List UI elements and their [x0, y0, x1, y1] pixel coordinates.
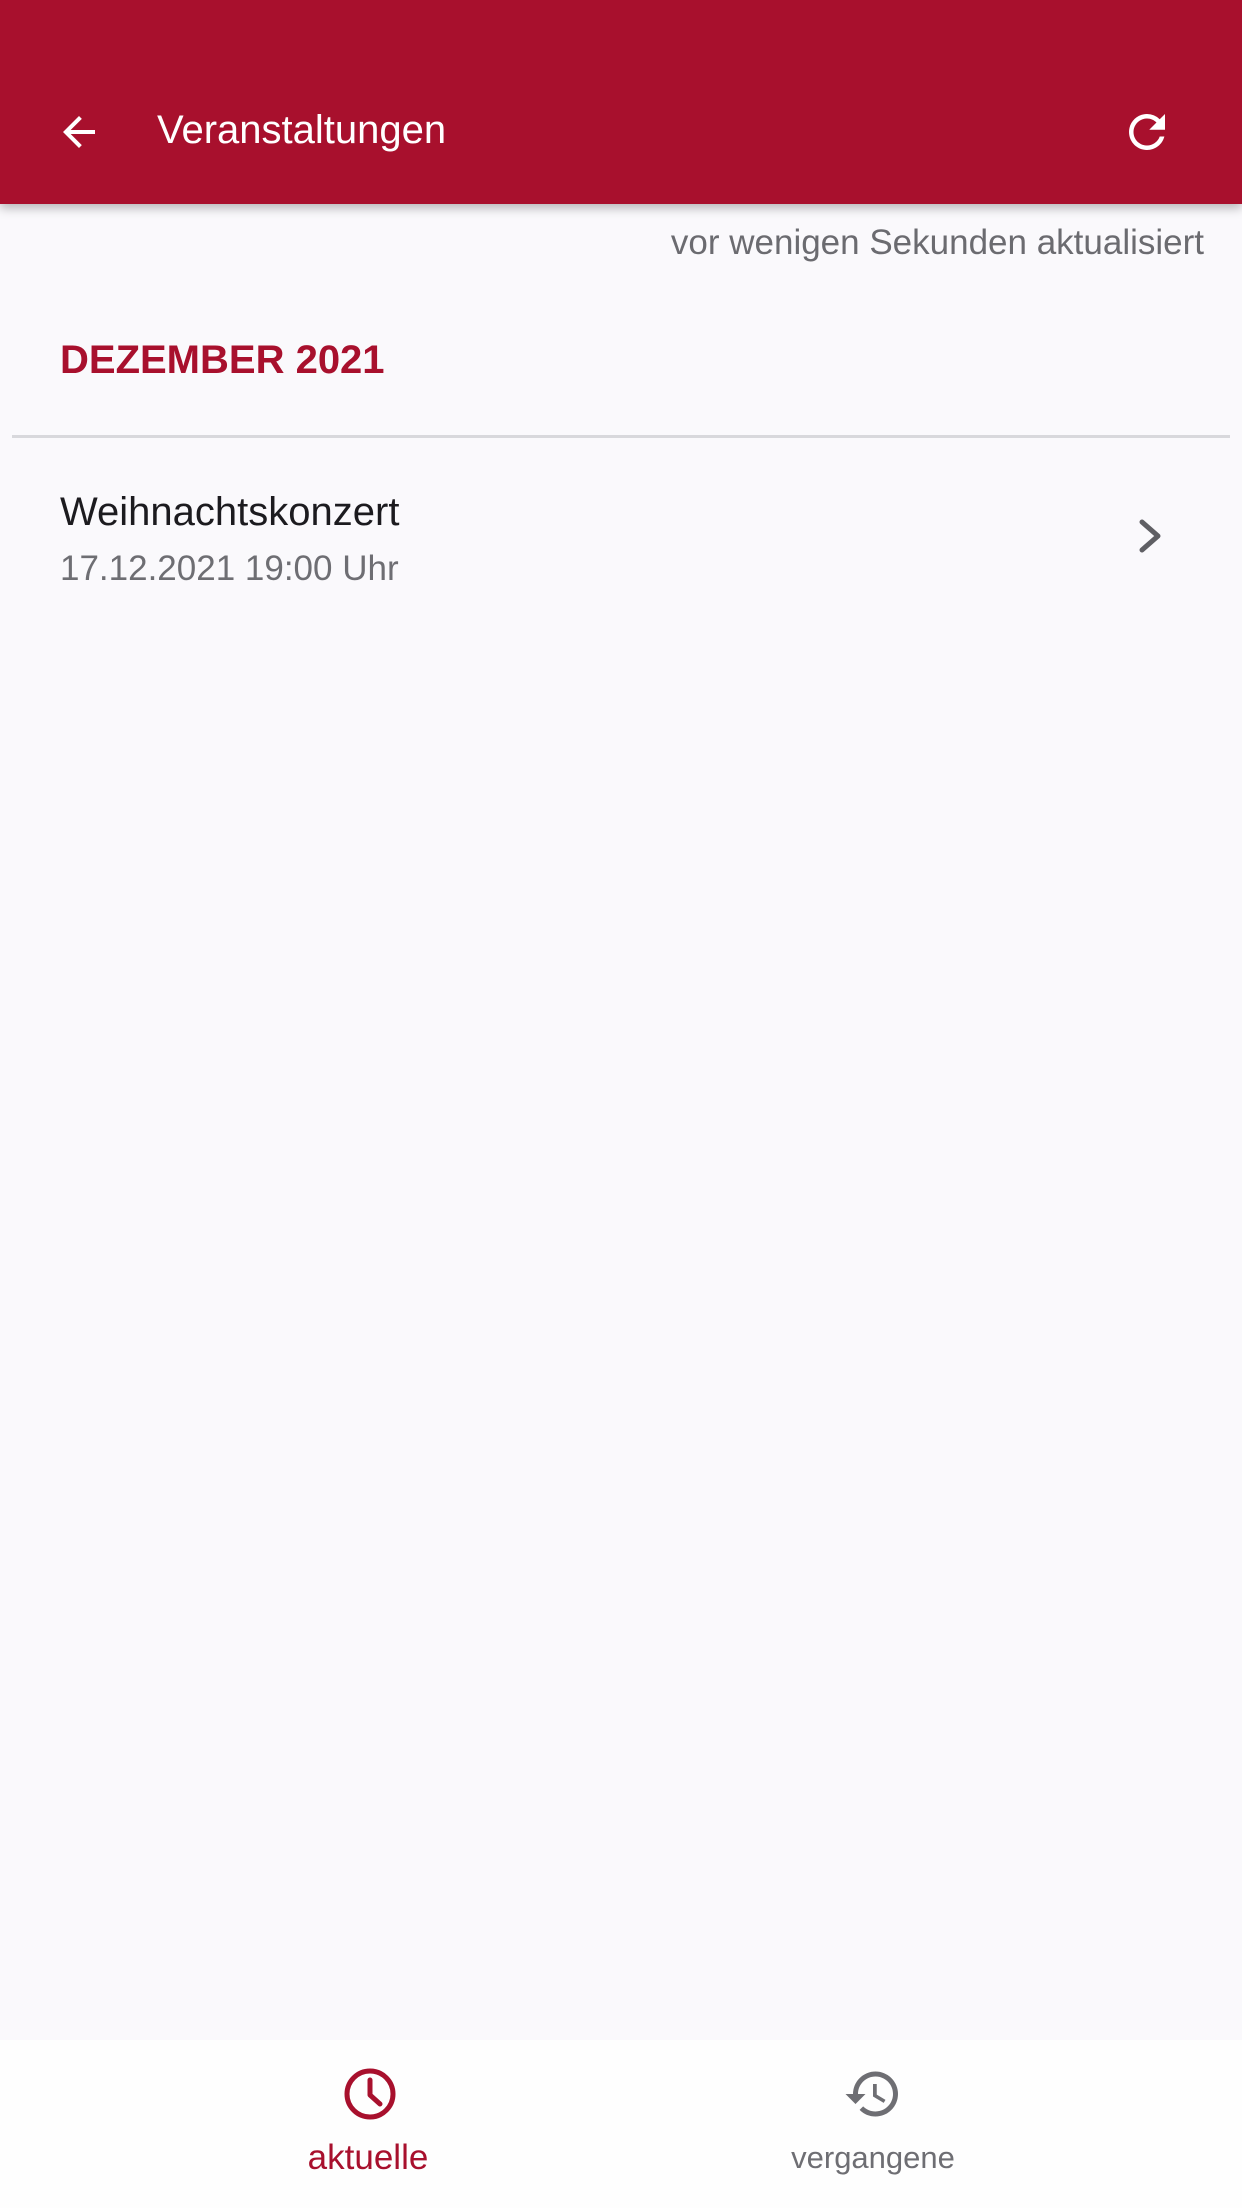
last-updated-label: vor wenigen Sekunden aktualisiert: [670, 223, 1204, 262]
history-icon: [845, 2071, 898, 2117]
event-datetime: 17.12.2021 19:00 Uhr: [60, 549, 399, 588]
tab-vergangene[interactable]: vergangene: [621, 2040, 1121, 2208]
arrow-left-icon: [63, 116, 95, 148]
clock-icon: [344, 2068, 396, 2120]
refresh-button[interactable]: [1107, 92, 1187, 172]
tab-aktuelle[interactable]: aktuelle: [60, 2040, 680, 2208]
tab-vergangene-label: vergangene: [791, 2140, 955, 2175]
app-bar: Veranstaltungen: [0, 0, 1242, 204]
bottom-navigation: aktuelle vergangene: [0, 2040, 1242, 2208]
refresh-icon: [1129, 114, 1165, 150]
back-button[interactable]: [39, 92, 119, 172]
event-list-item[interactable]: Weihnachtskonzert 17.12.2021 19:00 Uhr: [0, 440, 1242, 630]
chevron-right-icon: [1139, 519, 1161, 553]
section-divider: [12, 435, 1230, 438]
month-section-heading: DEZEMBER 2021: [60, 338, 385, 382]
tab-aktuelle-label: aktuelle: [307, 2138, 429, 2177]
page-title: Veranstaltungen: [157, 108, 447, 152]
event-title: Weihnachtskonzert: [60, 490, 400, 534]
